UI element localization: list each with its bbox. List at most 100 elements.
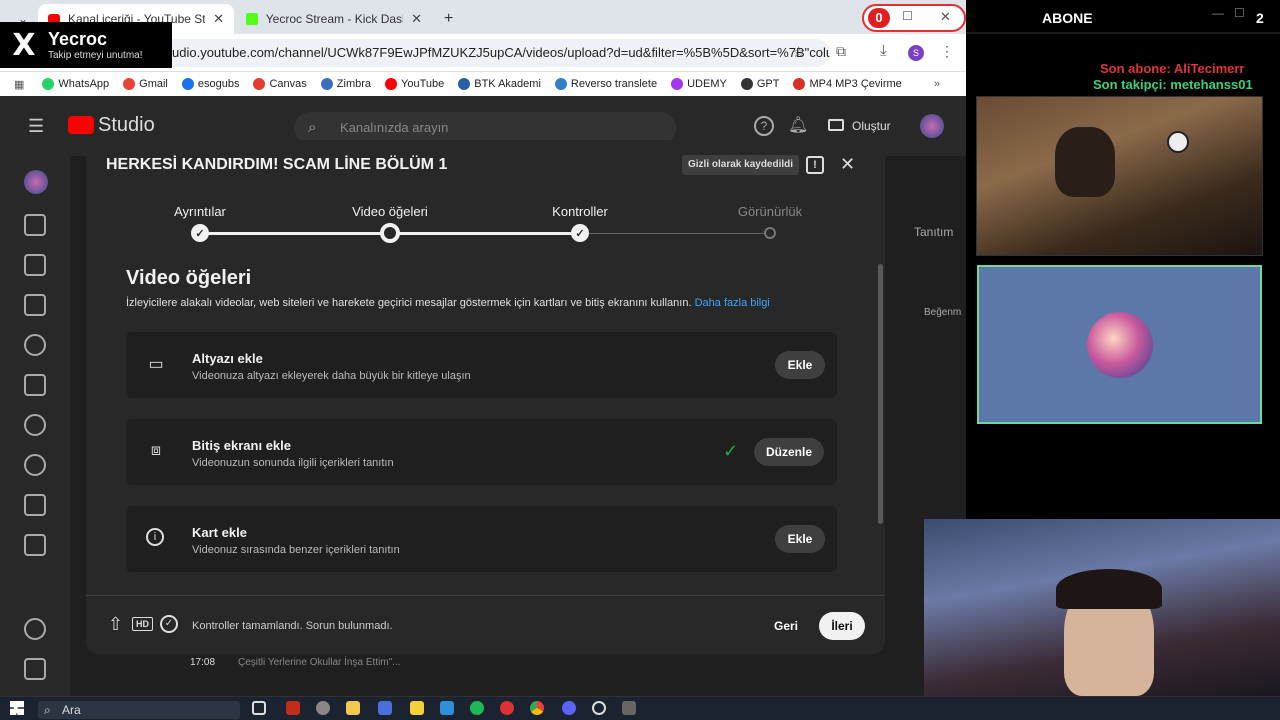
close-tab-icon[interactable]: ✕ — [213, 11, 224, 27]
check-icon: ✓ — [723, 441, 739, 461]
step-current-icon[interactable] — [380, 223, 400, 243]
close-icon[interactable]: ✕ — [840, 154, 855, 175]
subtitles-icon[interactable] — [24, 374, 46, 396]
download-icon[interactable]: ⤓ — [880, 42, 887, 59]
card-cards: i Kart ekle Videonuz sırasında benzer iç… — [126, 506, 837, 572]
task-view-icon[interactable] — [252, 701, 266, 715]
hamburger-menu-icon[interactable]: ☰ — [28, 116, 44, 137]
app-icon[interactable] — [378, 701, 392, 715]
bookmark-gpt[interactable]: GPT — [740, 78, 779, 90]
bookmark-esogubs[interactable]: esogubs — [181, 78, 239, 90]
close-tab-icon[interactable]: ✕ — [411, 11, 422, 27]
bookmark-zimbra[interactable]: Zimbra — [320, 78, 371, 90]
bookmark-star-icon[interactable]: ☆ — [792, 43, 805, 61]
bookmark-reverso[interactable]: Reverso translete — [554, 78, 657, 90]
whatsapp-icon — [42, 78, 55, 90]
create-button[interactable]: Oluştur — [824, 113, 896, 139]
dialog-scrollbar[interactable] — [878, 264, 883, 524]
content-icon[interactable] — [24, 254, 46, 276]
step-line-2 — [390, 232, 580, 235]
saved-private-badge: Gizli olarak kaydedildi — [682, 155, 800, 175]
btk-icon — [458, 78, 471, 90]
help-icon[interactable]: ? — [754, 116, 774, 136]
close-window-icon[interactable]: ✕ — [940, 9, 951, 25]
add-subtitles-button[interactable]: Ekle — [775, 351, 825, 379]
audio-library-icon[interactable] — [24, 534, 46, 556]
checks-complete-icon: ✓ — [160, 615, 178, 633]
step-label-visibility[interactable]: Görünürlük — [738, 204, 802, 219]
card-subtitles: ▭ Altyazı ekle Videonuza altyazı ekleyer… — [126, 332, 837, 398]
notes-icon[interactable] — [410, 701, 424, 715]
app-icon[interactable] — [286, 701, 300, 715]
bookmarks-bar: ▦ WhatsApp Gmail esogubs Canvas Zimbra Y… — [0, 72, 966, 96]
webcam-face-feed — [924, 519, 1280, 696]
discord-icon[interactable] — [562, 701, 576, 715]
step-done-check-icon[interactable]: ✓ — [571, 224, 589, 242]
bell-icon[interactable]: 🔔︎ — [788, 115, 808, 135]
card-description: Videonuza altyazı ekleyerek daha büyük b… — [192, 370, 471, 382]
maximize-icon[interactable]: ☐ — [902, 9, 913, 23]
bookmark-mp4-mp3[interactable]: MP4 MP3 Çevirme — [793, 78, 902, 90]
bookmark-udemy[interactable]: UDEMY — [671, 78, 727, 90]
subscriber-count: 2 — [1256, 10, 1264, 26]
x-handle: Yecroc — [48, 29, 108, 49]
dashboard-icon[interactable] — [24, 214, 46, 236]
section-description: İzleyicilere alakalı videolar, web sitel… — [126, 297, 770, 309]
maximize-icon[interactable]: ☐ — [1234, 6, 1245, 20]
apps-grid-icon[interactable]: ▦ — [14, 78, 24, 91]
dialog-footer: ⇧ HD ✓ Kontroller tamamlandı. Sorun bulu… — [86, 595, 885, 654]
obs-icon[interactable] — [592, 701, 606, 715]
new-tab-button[interactable]: + — [434, 4, 460, 34]
youtube-logo-icon[interactable] — [68, 116, 94, 134]
learn-more-link[interactable]: Daha fazla bilgi — [695, 297, 770, 309]
bookmark-gmail[interactable]: Gmail — [123, 78, 168, 90]
chrome-icon[interactable] — [530, 701, 544, 715]
file-explorer-icon[interactable] — [346, 701, 360, 715]
canvas-icon — [253, 78, 266, 90]
windows-start-icon[interactable] — [10, 701, 24, 715]
tab-kick-dashboard[interactable]: Yecroc Stream - Kick Dashboard ✕ — [236, 4, 432, 34]
next-button[interactable]: İleri — [819, 612, 865, 640]
step-label-video-elements[interactable]: Video öğeleri — [352, 204, 428, 219]
customization-icon[interactable] — [24, 494, 46, 516]
step-line-1 — [200, 232, 390, 235]
settings-icon[interactable] — [24, 618, 46, 640]
account-avatar[interactable] — [920, 114, 944, 138]
add-card-button[interactable]: Ekle — [775, 525, 825, 553]
step-pending-icon[interactable] — [764, 227, 776, 239]
bookmark-youtube[interactable]: YouTube — [385, 78, 444, 90]
settings-icon[interactable] — [316, 701, 330, 715]
guest-avatar-image — [1087, 312, 1153, 378]
menu-icon[interactable]: ⋮ — [940, 43, 954, 60]
more-bookmarks-icon[interactable]: » — [934, 78, 940, 90]
community-icon[interactable] — [24, 334, 46, 356]
minimize-icon[interactable]: — — [1212, 6, 1224, 20]
app-icon[interactable] — [440, 701, 454, 715]
bookmark-canvas[interactable]: Canvas — [253, 78, 307, 90]
channel-avatar[interactable] — [24, 170, 48, 194]
last-follower-text: Son takipçi: metehanss01 — [1093, 77, 1253, 92]
app-icon[interactable] — [622, 701, 636, 715]
profile-avatar[interactable]: S — [908, 45, 924, 61]
earn-icon[interactable] — [24, 454, 46, 476]
copyright-icon[interactable] — [24, 414, 46, 436]
bg-video-title: Çeşitli Yerlerine Okullar İnşa Ettim"... — [238, 657, 401, 668]
feedback-icon[interactable] — [24, 658, 46, 680]
back-button[interactable]: Geri — [766, 612, 806, 640]
alert-icon[interactable]: ! — [806, 156, 824, 174]
step-label-details[interactable]: Ayrıntılar — [174, 204, 226, 219]
step-label-checks[interactable]: Kontroller — [552, 204, 608, 219]
url-field[interactable]: udio.youtube.com/channel/UCWk87F9EwJPfMZ… — [150, 39, 830, 67]
spotify-icon[interactable] — [470, 701, 484, 715]
bookmark-btk-akademi[interactable]: BTK Akademi — [458, 78, 541, 90]
guest-camera-frame — [977, 265, 1262, 424]
analytics-icon[interactable] — [24, 294, 46, 316]
taskbar-search-input[interactable]: ⌕ Ara — [38, 701, 240, 719]
edit-end-screen-button[interactable]: Düzenle — [754, 438, 824, 466]
bookmark-whatsapp[interactable]: WhatsApp — [42, 78, 109, 90]
step-done-check-icon[interactable]: ✓ — [191, 224, 209, 242]
card-title: Kart ekle — [192, 525, 247, 540]
bg-video-duration: 17:08 — [190, 657, 216, 668]
extensions-icon[interactable]: ⧉ — [836, 43, 846, 60]
opera-icon[interactable] — [500, 701, 514, 715]
